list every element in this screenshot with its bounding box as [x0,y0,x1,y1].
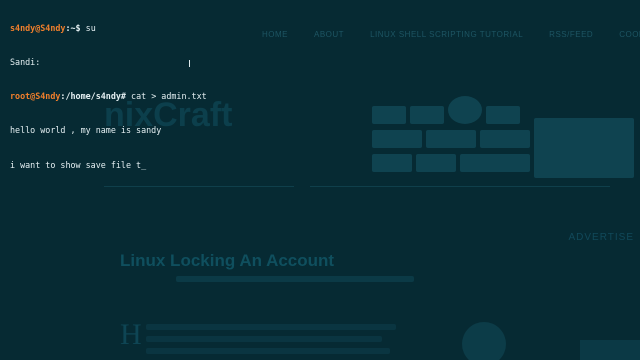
terminal-line: root@S4ndy:/home/s4ndy# cat > admin.txt [10,91,630,102]
terminal-line: s4ndy@S4ndy:~$ su [10,23,630,34]
terminal-output[interactable]: s4ndy@S4ndy:~$ su Sandi: root@S4ndy:/hom… [10,0,630,182]
terminal-line-current[interactable]: i want to show save file t_ [10,160,630,171]
command-text: su [80,22,96,33]
header-rule-right [310,186,610,187]
prompt-path: :~$ [65,22,81,33]
prompt-path: :/home/s4ndy# [60,91,126,102]
terminal-line: hello world , my name is sandy [10,125,162,136]
header-rule [104,186,294,187]
article-paragraph-line [146,348,390,354]
command-text: cat > admin.txt [125,91,207,102]
terminal-line: Sandi: [10,57,41,68]
drop-cap: H [120,318,142,351]
advertisement-label: ADVERTISE [568,232,634,243]
article-title: Linux Locking An Account [120,251,335,270]
article-paragraph-line [146,324,396,330]
article-meta [176,276,414,282]
article-paragraph-line [146,336,382,342]
text-cursor-icon: I [188,59,191,70]
prompt-user: s4ndy@S4ndy [10,22,66,33]
prompt-user: root@S4ndy [10,91,61,102]
tux-image [462,322,506,360]
sidebar-block [580,340,640,360]
